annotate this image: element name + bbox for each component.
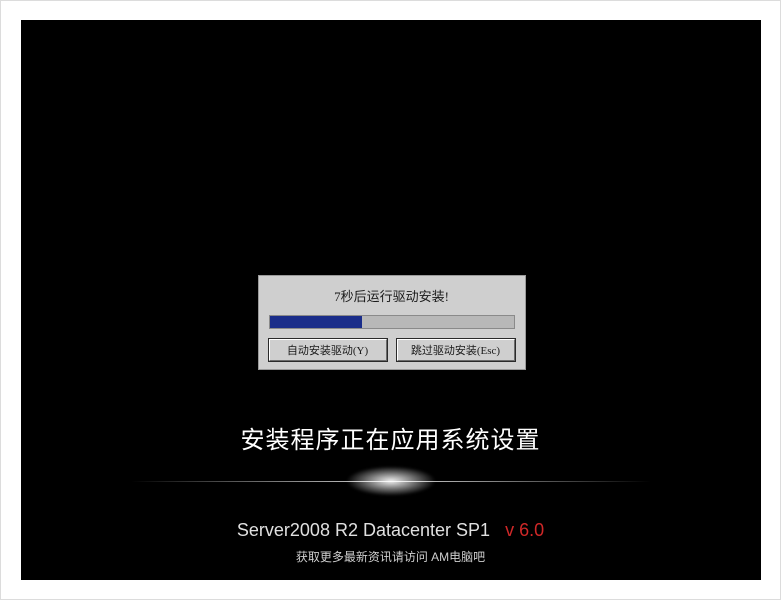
- skip-drivers-button[interactable]: 跳过驱动安装(Esc): [397, 339, 515, 361]
- product-version: v 6.0: [505, 520, 544, 540]
- status-text: 安装程序正在应用系统设置: [21, 420, 761, 455]
- progress-fill: [270, 316, 363, 328]
- dialog-button-row: 自动安装驱动(Y) 跳过驱动安装(Esc): [269, 339, 515, 361]
- tagline: 获取更多最新资讯请访问 AM电脑吧: [21, 548, 761, 565]
- progress-bar: [269, 315, 515, 329]
- install-drivers-button[interactable]: 自动安装驱动(Y): [269, 339, 387, 361]
- lens-flare-divider: [131, 466, 651, 496]
- product-name: Server2008 R2 Datacenter SP1: [237, 520, 490, 540]
- countdown-dialog: 7秒后运行驱动安装! 自动安装驱动(Y) 跳过驱动安装(Esc): [258, 275, 526, 370]
- installer-screen: 7秒后运行驱动安装! 自动安装驱动(Y) 跳过驱动安装(Esc) 安装程序正在应…: [21, 20, 761, 580]
- dialog-message: 7秒后运行驱动安装!: [269, 286, 515, 305]
- window-frame: 7秒后运行驱动安装! 自动安装驱动(Y) 跳过驱动安装(Esc) 安装程序正在应…: [0, 0, 781, 600]
- product-line: Server2008 R2 Datacenter SP1 v 6.0: [21, 520, 761, 541]
